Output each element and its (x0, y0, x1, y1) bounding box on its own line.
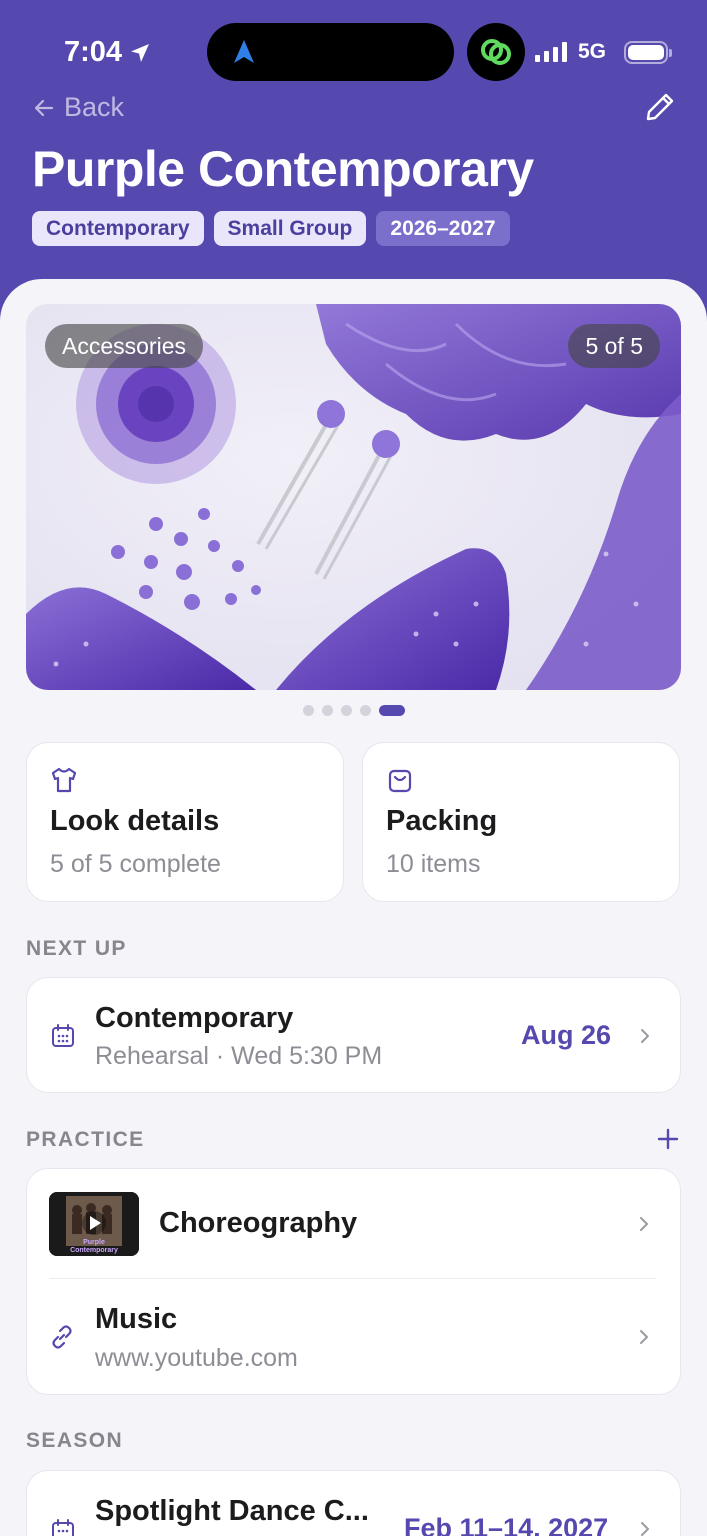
season-event-row[interactable]: Spotlight Dance C... Feb 11–14, 2027 (26, 1470, 681, 1536)
network-type: 5G (578, 40, 607, 63)
status-time: 7:04 (64, 36, 152, 69)
link-icon (52, 1325, 72, 1349)
linked-rings-icon (481, 39, 511, 65)
look-details-card[interactable]: Look details 5 of 5 complete (26, 742, 344, 902)
page-dot-active[interactable] (378, 705, 405, 716)
battery-icon (624, 41, 672, 64)
shirt-icon (51, 767, 77, 793)
page-dot[interactable] (340, 705, 352, 716)
chevron-right-icon (641, 1029, 649, 1043)
calendar-icon (52, 1519, 74, 1536)
packing-title: Packing (386, 805, 498, 837)
photo-category-badge: Accessories (45, 324, 203, 368)
tag-list: Contemporary Small Group 2026–2027 (32, 211, 510, 246)
back-label: Back (64, 92, 125, 122)
next-up-heading: NEXT UP (26, 937, 127, 960)
look-details-subtitle: 5 of 5 complete (50, 850, 221, 878)
page-dot[interactable] (302, 705, 314, 716)
video-thumbnail-image: Purple Contemporary (49, 1192, 139, 1256)
practice-heading: PRACTICE (26, 1128, 145, 1151)
chevron-right-icon (640, 1330, 648, 1344)
add-practice-button[interactable] (656, 1127, 680, 1151)
next-up-event-row[interactable]: Contemporary Rehearsal · Wed 5:30 PM Aug… (26, 977, 681, 1093)
bag-icon (388, 769, 412, 793)
season-event-title: Spotlight Dance C... (95, 1495, 369, 1527)
season-heading: SEASON (26, 1429, 124, 1452)
season-event-date: Feb 11–14, 2027 (404, 1513, 609, 1536)
packing-card[interactable]: Packing 10 items (362, 742, 680, 902)
page-dot[interactable] (321, 705, 333, 716)
status-bar: 7:04 5G (0, 0, 707, 100)
music-url[interactable]: www.youtube.com (95, 1344, 298, 1373)
tag-season: 2026–2027 (376, 211, 510, 246)
packing-subtitle: 10 items (386, 850, 481, 878)
tag-group: Small Group (213, 211, 367, 246)
next-up-event-subtitle: Rehearsal · Wed 5:30 PM (95, 1042, 383, 1070)
choreography-title[interactable]: Choreography (159, 1207, 357, 1240)
chevron-right-icon (640, 1217, 648, 1231)
look-details-title: Look details (50, 805, 220, 837)
tag-style: Contemporary (32, 211, 204, 246)
dynamic-island (207, 23, 454, 81)
edit-pencil-icon[interactable] (642, 89, 678, 125)
divider (49, 1278, 656, 1279)
back-button[interactable]: Back (32, 92, 124, 123)
svg-text:Purple: Purple (83, 1239, 105, 1246)
page-title: Purple Contemporary (32, 141, 534, 197)
photo-counter-badge: 5 of 5 (568, 324, 660, 368)
music-title[interactable]: Music (95, 1303, 177, 1336)
chevron-right-icon (641, 1522, 649, 1536)
arrow-left-icon (34, 99, 54, 116)
choreography-video-thumbnail[interactable]: Purple Contemporary (49, 1192, 139, 1256)
calendar-icon (52, 1024, 74, 1047)
location-arrow-icon (131, 43, 150, 62)
next-up-event-title: Contemporary (95, 1002, 294, 1034)
activity-indicator (467, 23, 525, 81)
cellular-signal-icon (535, 42, 567, 62)
carousel-page-indicator[interactable] (0, 705, 707, 716)
svg-text:Contemporary: Contemporary (70, 1247, 118, 1254)
page-dot[interactable] (359, 705, 371, 716)
next-up-event-date: Aug 26 (521, 1020, 612, 1050)
navigation-arrow-icon (234, 40, 254, 63)
status-time-label: 7:04 (64, 36, 123, 68)
